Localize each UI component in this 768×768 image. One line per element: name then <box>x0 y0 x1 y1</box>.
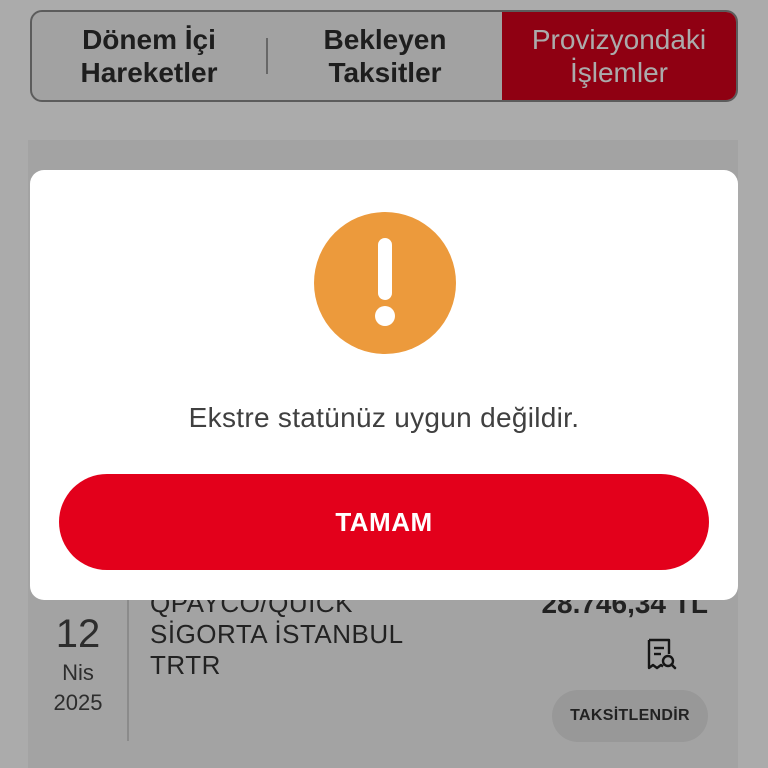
ok-button[interactable]: TAMAM <box>59 474 709 570</box>
alert-dialog: Ekstre statünüz uygun değildir. TAMAM <box>30 170 738 600</box>
exclamation-icon <box>314 212 456 354</box>
alert-message: Ekstre statünüz uygun değildir. <box>188 402 580 433</box>
